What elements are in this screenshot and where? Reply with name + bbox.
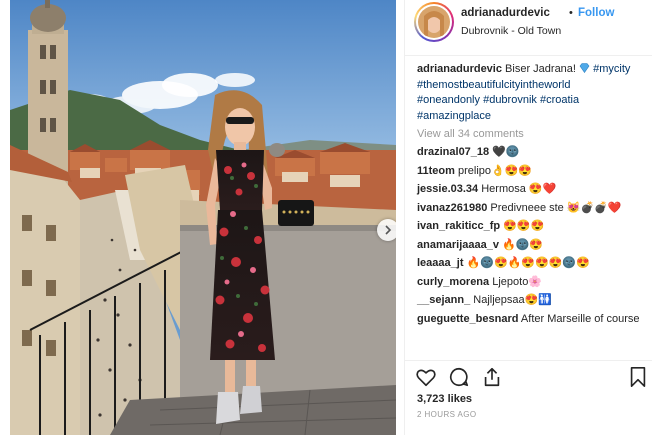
comment-username[interactable]: ivanaz261980 [417, 202, 487, 214]
comment-username[interactable]: ivan_rakiticc_fp [417, 220, 500, 232]
post-caption: adrianadurdevic Biser Jadrana! #mycity #… [417, 62, 649, 124]
post-header: adrianadurdevic • Follow Dubrovnik - Old… [405, 0, 652, 56]
comment-text: prelipo👌😍😍 [457, 164, 533, 177]
share-icon [484, 367, 500, 387]
comment-text: 🖤🌚 [492, 146, 520, 158]
caption-username[interactable]: adrianadurdevic [417, 63, 502, 75]
comment-icon [449, 367, 469, 387]
post-photo[interactable] [10, 0, 396, 435]
verified-gem-icon [579, 63, 590, 74]
comment-text: Najljepsaa😍🚻 [473, 294, 553, 306]
hashtag-link[interactable]: #themostbeautifulcityintheworld [417, 79, 570, 91]
comment-item: jessie.03.34 Hermosa 😍❤️ [417, 182, 649, 198]
hashtag-link[interactable]: #amazingplace [417, 110, 491, 122]
comment-username[interactable]: anamarijaaaa_v [417, 239, 499, 251]
comment-username[interactable]: 11teom [417, 165, 455, 177]
comment-username[interactable]: leaaaa_jt [417, 257, 463, 269]
post-timestamp: 2 HOURS AGO [417, 410, 477, 419]
avatar-image [418, 6, 450, 38]
instagram-post: adrianadurdevic • Follow Dubrovnik - Old… [0, 0, 652, 435]
heart-icon [416, 369, 436, 387]
comment-username[interactable]: curly_morena [417, 276, 489, 288]
hashtag-link[interactable]: #croatia [540, 94, 579, 106]
post-side-panel: adrianadurdevic • Follow Dubrovnik - Old… [404, 0, 652, 435]
bookmark-icon [630, 367, 646, 387]
comment-username[interactable]: gueguette_besnard [417, 313, 518, 325]
hashtag-link[interactable]: #mycity [593, 63, 630, 75]
post-actions-bar [405, 360, 652, 390]
comment-button[interactable] [448, 366, 470, 388]
post-location[interactable]: Dubrovnik - Old Town [461, 25, 561, 37]
like-button[interactable] [415, 366, 437, 388]
comment-text: 🔥🌚😍 [502, 238, 544, 251]
comment-item: curly_morena Ljepoto🌸 [417, 275, 649, 291]
comment-text: Ljepoto🌸 [492, 275, 543, 288]
save-button[interactable] [629, 366, 651, 388]
comment-item: ivanaz261980 Predivneee ste 😻💣💣❤️ [417, 201, 649, 217]
comment-text: 😍😍😍 [503, 220, 545, 232]
share-button[interactable] [481, 366, 503, 388]
comment-username[interactable]: jessie.03.34 [417, 183, 478, 195]
post-username[interactable]: adrianadurdevic [461, 7, 550, 19]
next-photo-button[interactable] [377, 219, 396, 241]
comment-username[interactable]: __sejann_ [417, 294, 470, 306]
comment-text: Hermosa 😍❤️ [481, 183, 557, 195]
comments-section: adrianadurdevic Biser Jadrana! #mycity #… [417, 62, 649, 327]
dubrovnik-photo-image [10, 0, 396, 435]
comment-text: After Marseille of course [520, 312, 640, 325]
hashtag-link[interactable]: #dubrovnik [483, 94, 537, 106]
comment-text: Predivneee ste 😻💣💣❤️ [490, 201, 622, 214]
separator-dot: • [569, 7, 573, 19]
avatar[interactable] [414, 2, 454, 42]
follow-button[interactable]: Follow [578, 7, 614, 19]
comment-text: 🔥🌚😍🔥😍😍😍🌚😍 [466, 257, 590, 269]
comment-item: leaaaa_jt 🔥🌚😍🔥😍😍😍🌚😍 [417, 256, 649, 272]
comment-item: 11teom prelipo👌😍😍 [417, 164, 649, 180]
comment-item: drazinal07_18 🖤🌚 [417, 145, 649, 161]
comment-username[interactable]: drazinal07_18 [417, 146, 489, 158]
caption-text: Biser Jadrana! [505, 63, 576, 75]
comment-item: anamarijaaaa_v 🔥🌚😍 [417, 238, 649, 254]
comment-item: ivan_rakiticc_fp 😍😍😍 [417, 219, 649, 235]
likes-count[interactable]: 3,723 likes [417, 393, 472, 405]
view-all-comments-link[interactable]: View all 34 comments [417, 126, 649, 142]
comment-item: __sejann_ Najljepsaa😍🚻 [417, 293, 649, 309]
comment-item: gueguette_besnard After Marseille of cou… [417, 312, 649, 328]
chevron-right-icon [385, 225, 392, 235]
hashtag-link[interactable]: #oneandonly [417, 94, 480, 106]
